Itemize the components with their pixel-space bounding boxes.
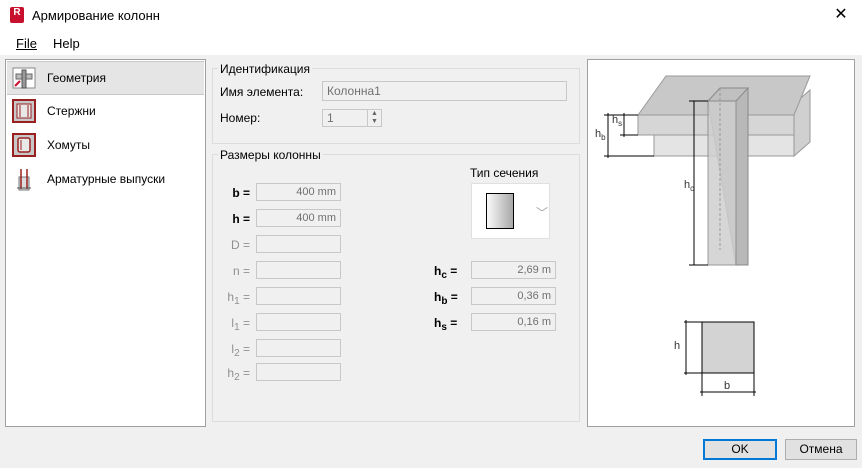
dim-h1-label: h1 = bbox=[226, 290, 250, 307]
dim-b-letter: b bbox=[232, 186, 240, 200]
title-bar: R Армирование колонн ✕ bbox=[0, 0, 862, 31]
dim-hb-field[interactable]: 0,36 m bbox=[471, 287, 556, 305]
sidebar-item-label: Стержни bbox=[47, 104, 96, 118]
dim-hs-suffix: = bbox=[446, 316, 458, 330]
menu-bar: File Help bbox=[0, 31, 862, 55]
dim-h1-field[interactable] bbox=[256, 287, 341, 305]
spin-up-icon[interactable]: ▲ bbox=[371, 110, 378, 117]
element-name-label: Имя элемента: bbox=[220, 85, 304, 99]
app-logo-icon: R bbox=[10, 7, 24, 23]
dim-h1-suffix: = bbox=[239, 290, 250, 304]
dim-hc-suffix: = bbox=[446, 264, 458, 278]
dim-hc-field[interactable]: 2,69 m bbox=[471, 261, 556, 279]
dim-h-suffix: = bbox=[239, 212, 250, 226]
sidebar-item-label: Хомуты bbox=[47, 138, 91, 152]
sidebar-item-stirrups[interactable]: Хомуты bbox=[7, 129, 204, 161]
dim-hb-sub: b bbox=[441, 296, 448, 307]
close-button[interactable]: ✕ bbox=[822, 2, 860, 29]
menu-file[interactable]: File bbox=[16, 36, 37, 51]
dim-d-field[interactable] bbox=[256, 235, 341, 253]
diagram-hb-sub: b bbox=[601, 133, 606, 142]
dim-hc-sub: c bbox=[441, 270, 447, 281]
dim-l2-suffix: = bbox=[239, 342, 250, 356]
dim-b-field[interactable]: 400 mm bbox=[256, 183, 341, 201]
section-square bbox=[701, 321, 755, 374]
dim-n-label: n = bbox=[226, 264, 250, 278]
dim-h-letter: h bbox=[232, 212, 240, 226]
dim-h2-field[interactable] bbox=[256, 363, 341, 381]
cancel-button[interactable]: Отмена bbox=[785, 439, 857, 460]
dim-h2-label: h2 = bbox=[226, 366, 250, 383]
chevron-down-icon[interactable]: ﹀ bbox=[536, 204, 548, 221]
sidebar-item-starter-bars[interactable]: Арматурные выпуски bbox=[7, 163, 204, 195]
dim-hb-label: hb = bbox=[434, 290, 468, 307]
dim-h-label: h = bbox=[226, 212, 250, 226]
number-label: Номер: bbox=[220, 111, 261, 125]
dim-l1-field[interactable] bbox=[256, 313, 341, 331]
dim-d-letter: D bbox=[230, 238, 240, 252]
dim-h2-suffix: = bbox=[239, 366, 250, 380]
menu-file-label: File bbox=[16, 36, 37, 51]
sidebar-item-label: Арматурные выпуски bbox=[47, 172, 166, 186]
identification-group bbox=[212, 68, 580, 144]
diagram-label-b: b bbox=[724, 380, 731, 392]
dim-l2-field[interactable] bbox=[256, 339, 341, 357]
starter-bars-icon bbox=[17, 169, 31, 191]
rectangular-section-icon bbox=[486, 193, 514, 229]
dim-n-suffix: = bbox=[239, 264, 250, 278]
dim-h-field[interactable]: 400 mm bbox=[256, 209, 341, 227]
section-type-label: Тип сечения bbox=[470, 166, 539, 180]
dim-hb-suffix: = bbox=[447, 290, 458, 304]
number-spin-buttons[interactable]: ▲ ▼ bbox=[367, 109, 382, 127]
dim-l2-sub: 2 bbox=[234, 348, 240, 359]
window-title: Армирование колонн bbox=[32, 8, 160, 23]
element-name-field[interactable]: Колонна1 bbox=[322, 81, 567, 101]
sidebar-item-bars[interactable]: Стержни bbox=[7, 95, 204, 127]
dim-h2-sub: 2 bbox=[234, 372, 240, 383]
geometry-icon bbox=[12, 67, 36, 89]
dim-h1-sub: 1 bbox=[234, 296, 240, 307]
dim-hs-sub: s bbox=[441, 322, 447, 333]
dim-l1-sub: 1 bbox=[234, 322, 240, 333]
dim-l1-label: l1 = bbox=[226, 316, 250, 333]
diagram-hc-sub: c bbox=[690, 184, 695, 193]
bars-icon bbox=[12, 99, 36, 123]
dim-hs-field[interactable]: 0,16 m bbox=[471, 313, 556, 331]
dim-n-field[interactable] bbox=[256, 261, 341, 279]
dim-hs-label: hs = bbox=[434, 316, 468, 333]
geometry-preview: hs hb hc h b bbox=[587, 59, 855, 427]
sidebar-item-label: Геометрия bbox=[47, 71, 106, 85]
diagram-label-hb: hb bbox=[595, 128, 606, 142]
dim-hc-label: hc = bbox=[434, 264, 468, 281]
diagram-label-h: h bbox=[674, 340, 681, 352]
stirrups-icon bbox=[12, 133, 36, 157]
sidebar-item-geometry[interactable]: Геометрия bbox=[7, 61, 204, 95]
dim-d-label: D = bbox=[226, 238, 250, 252]
diagram-hs-sub: s bbox=[618, 119, 623, 128]
dim-l1-suffix: = bbox=[239, 316, 250, 330]
column-front-face bbox=[707, 100, 737, 266]
dim-l2-label: l2 = bbox=[226, 342, 250, 359]
dimensions-title: Размеры колонны bbox=[218, 148, 323, 162]
identification-title: Идентификация bbox=[218, 62, 312, 76]
dim-n-letter: n bbox=[232, 264, 240, 278]
column-diagram bbox=[604, 75, 811, 396]
diagram-label-hs: hs bbox=[612, 114, 623, 128]
sidebar-list: Геометрия Стержни Хомуты Арматурные выпу… bbox=[5, 59, 206, 427]
diagram-label-hc: hc bbox=[684, 179, 695, 193]
ok-button[interactable]: OK bbox=[703, 439, 777, 460]
dim-d-suffix: = bbox=[239, 238, 250, 252]
dim-b-label: b = bbox=[226, 186, 250, 200]
menu-help[interactable]: Help bbox=[53, 36, 80, 51]
spin-down-icon[interactable]: ▼ bbox=[371, 118, 378, 125]
dim-b-suffix: = bbox=[239, 186, 250, 200]
